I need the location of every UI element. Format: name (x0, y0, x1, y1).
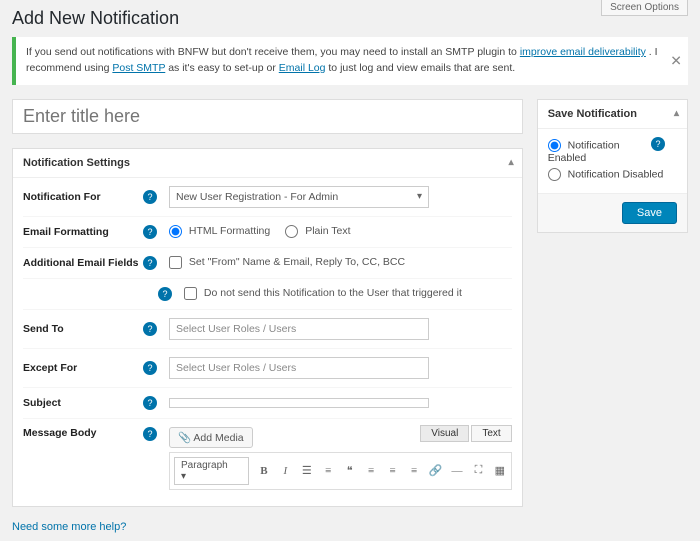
help-icon[interactable]: ? (143, 396, 157, 410)
quote-icon[interactable]: ❝ (339, 460, 360, 482)
notice-text: If you send out notifications with BNFW … (26, 46, 520, 58)
post-smtp-link[interactable]: Post SMTP (112, 62, 165, 74)
collapse-icon[interactable]: ▴ (674, 108, 679, 119)
additional-label: Additional Email Fields (23, 257, 143, 269)
check-label: Do not send this Notification to the Use… (204, 287, 462, 299)
align-right-icon[interactable]: ≡ (403, 460, 424, 482)
send-to-label: Send To (23, 323, 143, 335)
title-input[interactable] (12, 99, 523, 134)
add-media-button[interactable]: 📎 Add Media (169, 427, 253, 448)
radio-label: Notification Disabled (568, 168, 664, 180)
screen-options-tab[interactable]: Screen Options (601, 0, 688, 16)
text-tab[interactable]: Text (471, 425, 511, 442)
notice-text: to just log and view emails that are sen… (328, 62, 515, 74)
save-heading-label: Save Notification (548, 108, 637, 120)
bullet-list-icon[interactable]: ☰ (296, 460, 317, 482)
visual-tab[interactable]: Visual (420, 425, 469, 442)
fullscreen-icon[interactable]: ⛶ (468, 460, 489, 482)
bold-icon[interactable]: B (253, 460, 274, 482)
check-label: Set "From" Name & Email, Reply To, CC, B… (189, 256, 405, 268)
format-html-radio[interactable]: HTML Formatting (169, 225, 270, 237)
help-icon[interactable]: ? (143, 190, 157, 204)
subject-input[interactable] (169, 398, 429, 408)
help-icon[interactable]: ? (143, 225, 157, 239)
save-button[interactable]: Save (622, 202, 677, 224)
save-notification-heading: Save Notification ▴ (538, 100, 687, 129)
message-body-label: Message Body (23, 427, 143, 439)
format-plain-radio[interactable]: Plain Text (285, 225, 350, 237)
radio-label: HTML Formatting (189, 225, 270, 237)
notification-for-value: New User Registration - For Admin (176, 191, 338, 203)
send-to-input[interactable]: Select User Roles / Users (169, 318, 429, 340)
except-for-label: Except For (23, 362, 143, 374)
settings-heading: Notification Settings ▴ (13, 149, 522, 178)
editor-toolbar: Paragraph ▾ B I ☰ ≡ ❝ ≡ ≡ ≡ 🔗 — (169, 452, 512, 490)
page-title: Add New Notification (12, 8, 688, 29)
subject-label: Subject (23, 397, 143, 409)
dismiss-icon[interactable]: ✕ (670, 50, 682, 71)
save-notification-box: Save Notification ▴ ? Notification Enabl… (537, 99, 688, 233)
paragraph-label: Paragraph (181, 460, 228, 471)
radio-label: Plain Text (305, 225, 350, 237)
notification-settings-box: Notification Settings ▴ Notification For… (12, 148, 523, 507)
notice-text: as it's easy to set-up or (168, 62, 279, 74)
deliverability-link[interactable]: improve email deliverability (520, 46, 646, 58)
dont-send-check[interactable]: Do not send this Notification to the Use… (184, 287, 462, 299)
align-center-icon[interactable]: ≡ (382, 460, 403, 482)
align-left-icon[interactable]: ≡ (360, 460, 381, 482)
disabled-radio[interactable]: Notification Disabled (548, 166, 677, 183)
help-icon[interactable]: ? (143, 322, 157, 336)
kitchen-sink-icon[interactable]: ▦ (489, 460, 510, 482)
help-icon[interactable]: ? (651, 137, 665, 151)
more-icon[interactable]: — (446, 460, 467, 482)
link-icon[interactable]: 🔗 (425, 460, 446, 482)
paragraph-select[interactable]: Paragraph ▾ (174, 457, 249, 485)
chevron-down-icon: ▾ (417, 191, 422, 202)
smtp-notice: If you send out notifications with BNFW … (12, 37, 688, 85)
add-media-label: Add Media (193, 432, 243, 444)
more-help-link[interactable]: Need some more help? (12, 521, 126, 533)
formatting-label: Email Formatting (23, 226, 143, 238)
help-icon[interactable]: ? (143, 427, 157, 441)
help-icon[interactable]: ? (143, 361, 157, 375)
collapse-icon[interactable]: ▴ (509, 157, 514, 168)
help-icon[interactable]: ? (143, 256, 157, 270)
email-log-link[interactable]: Email Log (279, 62, 326, 74)
notification-for-label: Notification For (23, 191, 143, 203)
italic-icon[interactable]: I (275, 460, 296, 482)
additional-fields-check[interactable]: Set "From" Name & Email, Reply To, CC, B… (169, 256, 405, 268)
except-for-input[interactable]: Select User Roles / Users (169, 357, 429, 379)
number-list-icon[interactable]: ≡ (318, 460, 339, 482)
settings-heading-label: Notification Settings (23, 157, 130, 169)
help-icon[interactable]: ? (158, 287, 172, 301)
notification-for-select[interactable]: New User Registration - For Admin ▾ (169, 186, 429, 208)
